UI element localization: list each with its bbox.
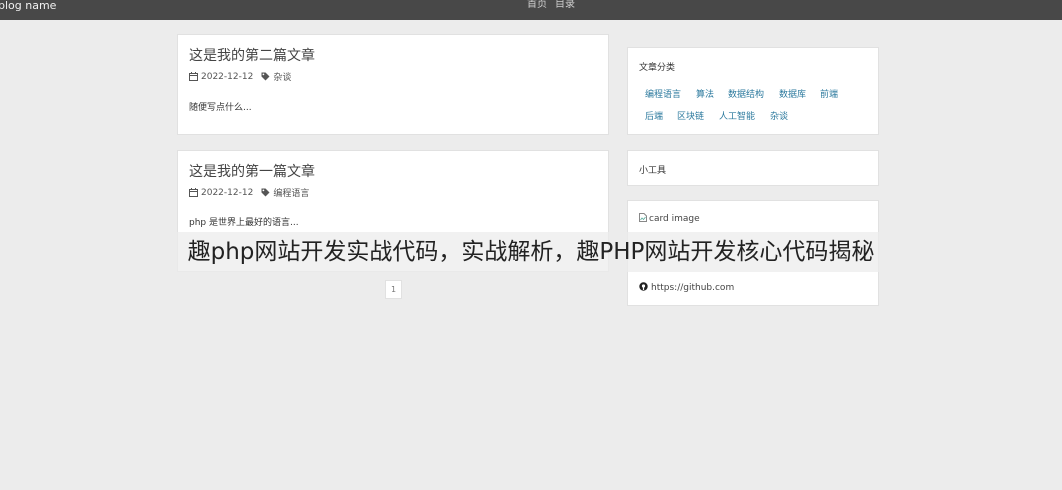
github-icon bbox=[639, 282, 648, 294]
categories-title: 文章分类 bbox=[639, 63, 676, 73]
post-meta: 2022-12-12 杂谈 bbox=[189, 70, 291, 83]
post-meta: 2022-12-12 编程语言 bbox=[189, 186, 309, 199]
category-link[interactable]: 人工智能 bbox=[719, 109, 755, 122]
nav-catalog[interactable]: 目录 bbox=[555, 0, 575, 10]
calendar-icon bbox=[189, 72, 198, 81]
tag-icon bbox=[261, 72, 270, 81]
post-excerpt: php 是世界上最好的语言... bbox=[189, 218, 299, 228]
post-excerpt: 随便写点什么... bbox=[189, 103, 252, 113]
categories-card: 文章分类 编程语言 算法 数据结构 数据库 前端 后端 区块链 人工智能 杂谈 bbox=[627, 47, 879, 135]
site-brand[interactable]: blog name bbox=[0, 0, 56, 12]
category-link[interactable]: 编程语言 bbox=[645, 87, 681, 100]
post-card: 这是我的第二篇文章 2022-12-12 杂谈 随便写点什么... bbox=[177, 34, 609, 135]
post-date: 2022-12-12 bbox=[201, 71, 254, 82]
post-title[interactable]: 这是我的第一篇文章 bbox=[189, 161, 315, 181]
pagination-page-1[interactable]: 1 bbox=[385, 280, 402, 299]
post-date: 2022-12-12 bbox=[201, 187, 254, 198]
main-nav: 首页 目录 bbox=[527, 0, 575, 10]
post-tag[interactable]: 杂谈 bbox=[273, 70, 291, 83]
post-title[interactable]: 这是我的第二篇文章 bbox=[189, 45, 315, 65]
card-image: card image bbox=[639, 213, 700, 225]
nav-home[interactable]: 首页 bbox=[527, 0, 547, 10]
category-link[interactable]: 杂谈 bbox=[770, 109, 788, 122]
github-link-text: https://github.com bbox=[651, 283, 735, 293]
broken-image-icon bbox=[639, 213, 647, 225]
category-link[interactable]: 后端 bbox=[645, 109, 663, 122]
post-tag[interactable]: 编程语言 bbox=[273, 186, 309, 199]
tools-title: 小工具 bbox=[639, 166, 667, 176]
calendar-icon bbox=[189, 188, 198, 197]
category-link[interactable]: 数据结构 bbox=[728, 87, 764, 100]
category-link[interactable]: 算法 bbox=[696, 87, 714, 100]
github-link[interactable]: https://github.com bbox=[639, 282, 734, 294]
tools-card: 小工具 bbox=[627, 150, 879, 186]
category-link[interactable]: 前端 bbox=[820, 87, 838, 100]
top-navbar: blog name 首页 目录 bbox=[0, 0, 1062, 20]
overlay-caption: 趣php网站开发实战代码，实战解析，趣PHP网站开发核心代码揭秘 bbox=[187, 239, 875, 265]
card-image-alt: card image bbox=[649, 214, 700, 224]
category-link[interactable]: 数据库 bbox=[779, 87, 806, 100]
category-link[interactable]: 区块链 bbox=[677, 109, 704, 122]
tag-icon bbox=[261, 188, 270, 197]
